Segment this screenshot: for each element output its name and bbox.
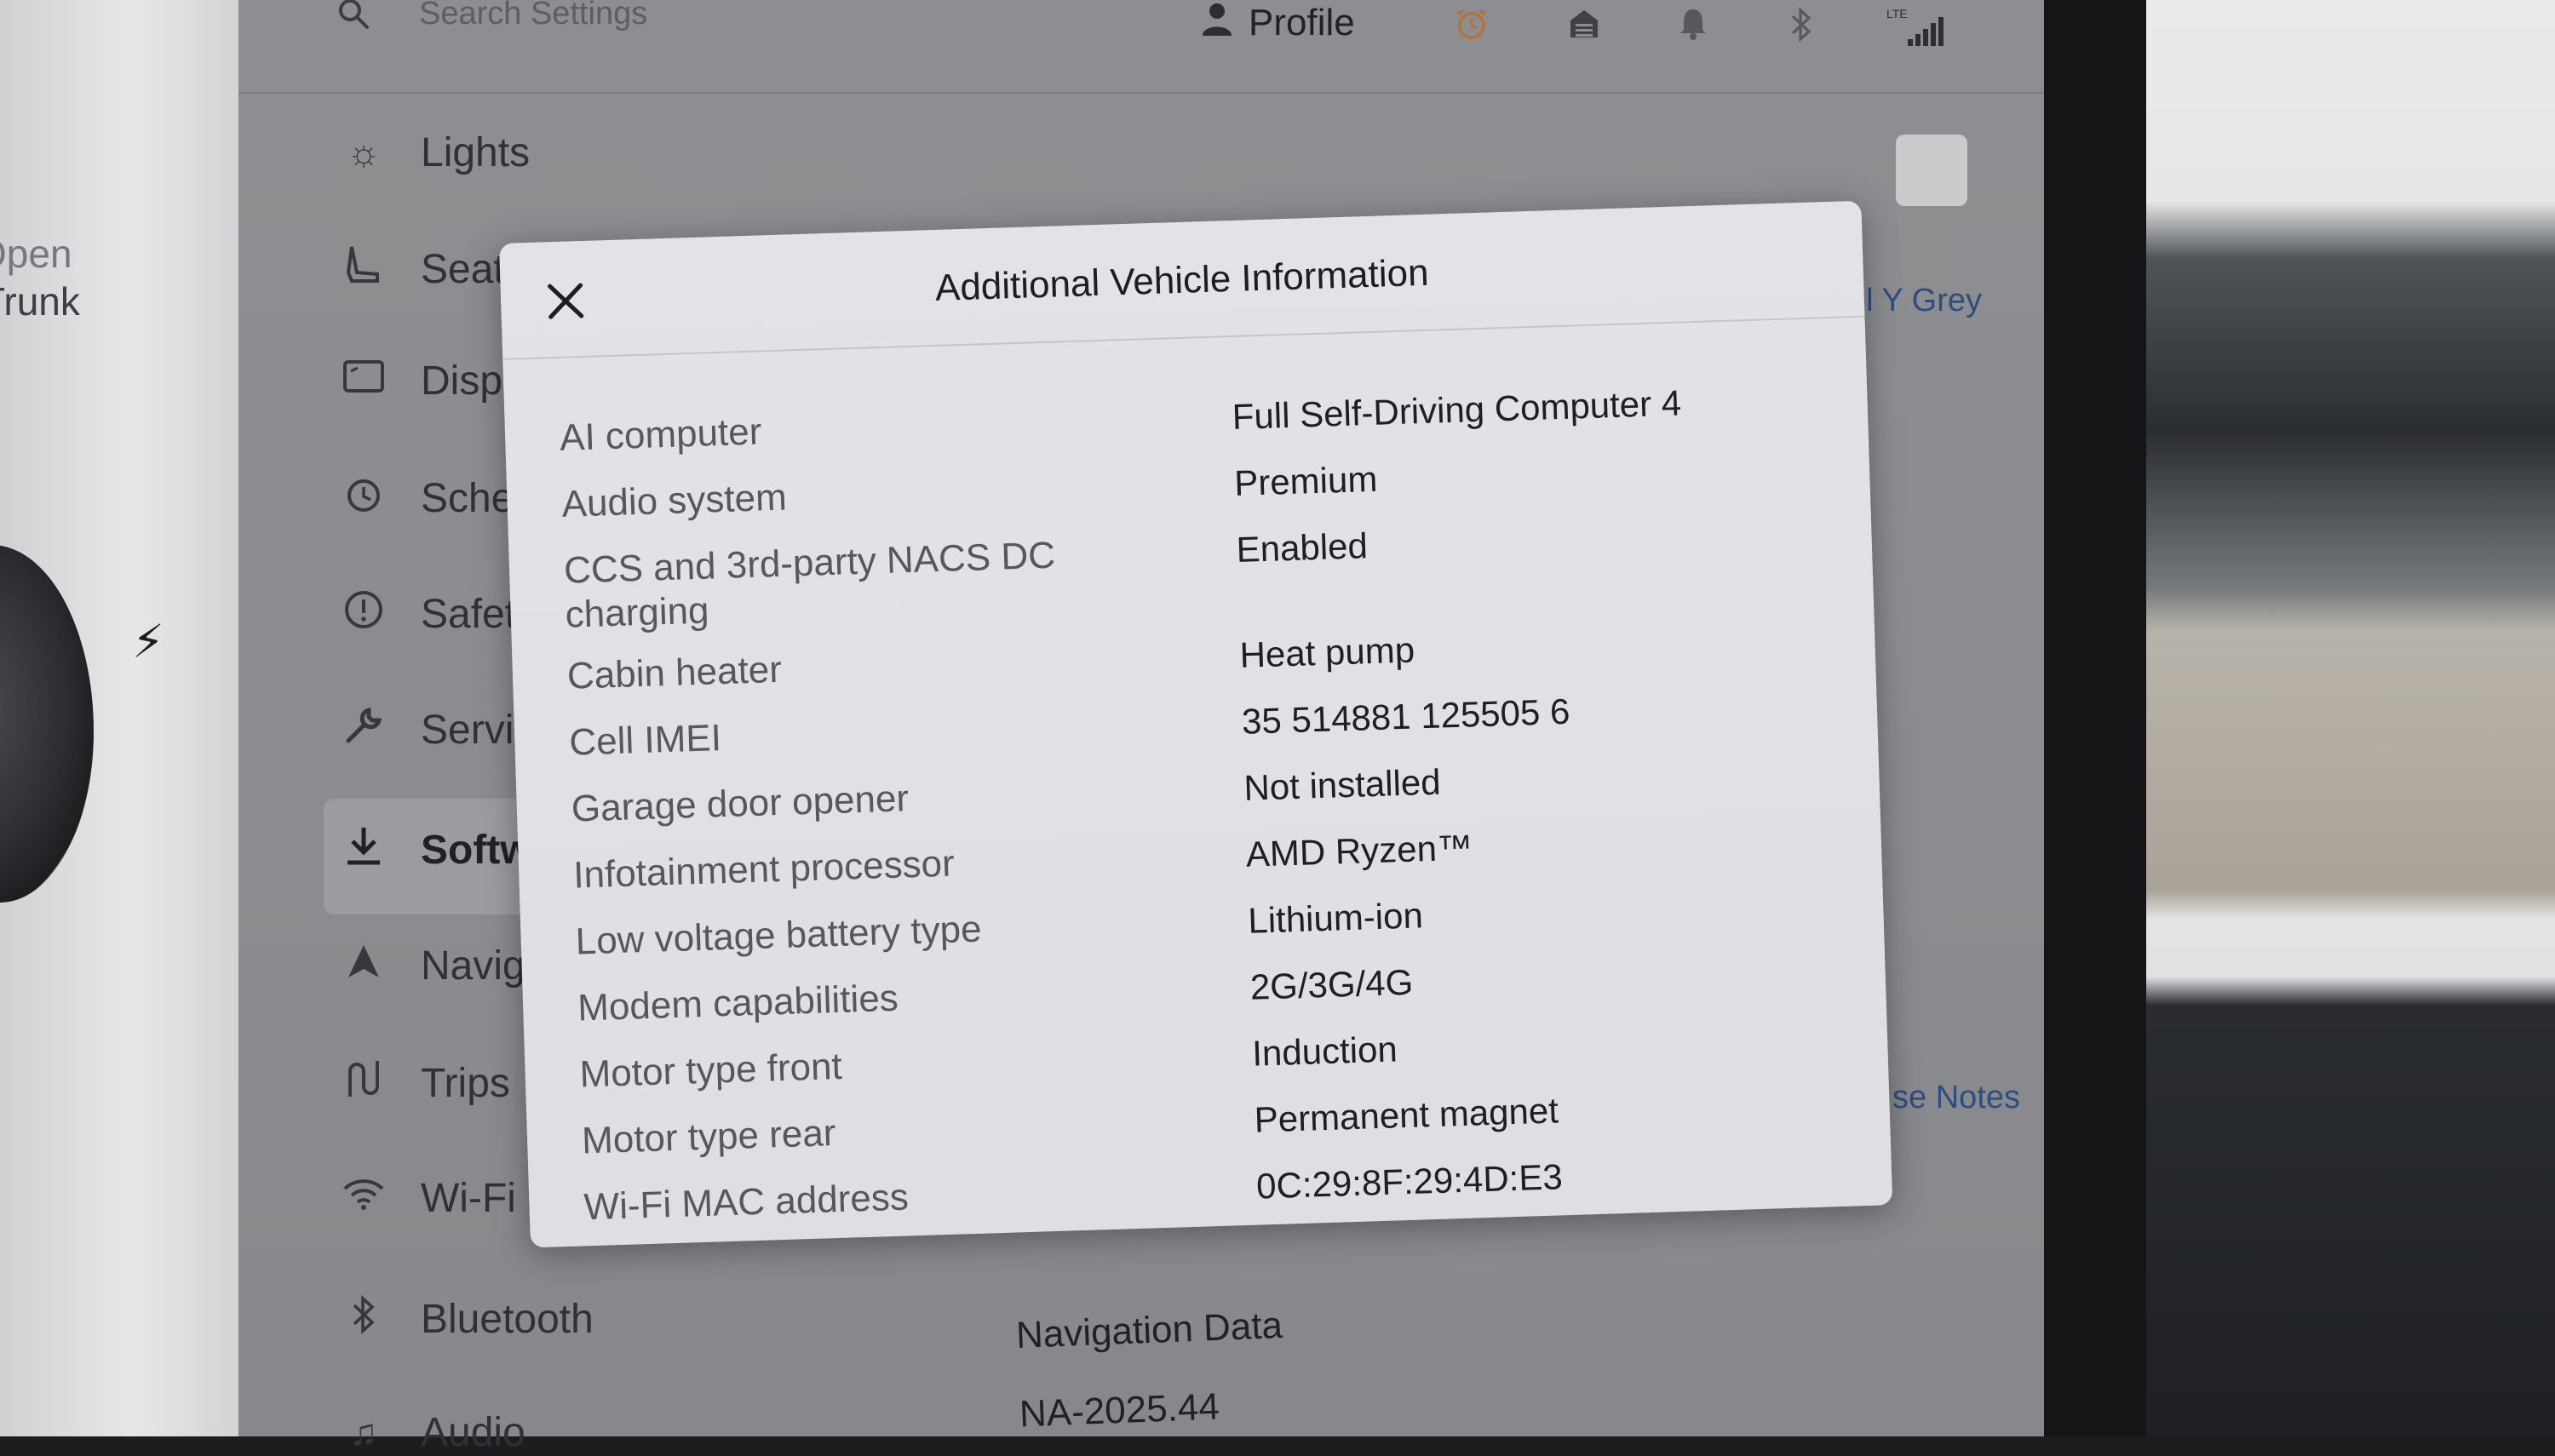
lte-label: LTE — [1886, 7, 1908, 20]
download-icon — [341, 824, 387, 876]
sidebar-item-lights[interactable]: ☼ Lights — [341, 129, 530, 176]
dialog-title: Additional Vehicle Information — [934, 251, 1430, 309]
info-value: Induction — [1251, 1029, 1398, 1074]
seat-icon — [341, 244, 387, 295]
vehicle-info-list: AI computer Full Self-Driving Computer 4… — [559, 376, 1818, 1229]
sidebar-item-safety[interactable]: Safety — [341, 589, 537, 639]
charge-bolt-icon[interactable]: ⚡ — [132, 615, 164, 668]
sidebar-item-label: Bluetooth — [421, 1297, 594, 1342]
info-key: Wi-Fi MAC address — [583, 1176, 910, 1229]
screen-bezel — [2044, 0, 2146, 1436]
info-value: Full Self-Driving Computer 4 — [1232, 382, 1682, 438]
bell-icon[interactable] — [1678, 7, 1708, 49]
info-value: Lithium-ion — [1247, 895, 1424, 941]
dashboard-background — [2146, 0, 2555, 1436]
info-value: Enabled — [1235, 525, 1369, 570]
info-key: CCS and 3rd-party NACS DC charging — [563, 534, 1056, 636]
info-key: Infotainment processor — [572, 842, 956, 897]
profile-label: Profile — [1249, 2, 1355, 43]
person-icon — [1201, 2, 1233, 44]
info-key: Motor type rear — [581, 1112, 837, 1162]
info-key: AI computer — [559, 410, 763, 459]
search-icon[interactable] — [336, 0, 370, 31]
sidebar-item-trips[interactable]: Trips — [341, 1058, 510, 1109]
sun-icon: ☼ — [346, 131, 382, 174]
search-input[interactable] — [417, 0, 778, 34]
sidebar-item-label: Trips — [421, 1061, 510, 1106]
info-key: Garage door opener — [571, 777, 910, 830]
wifi-icon — [341, 1177, 387, 1220]
info-value: 0C:29:8F:29:4D:E3 — [1255, 1156, 1564, 1207]
sidebar-item-label: Wi-Fi — [421, 1176, 516, 1221]
status-bar: Profile LTE — [238, 0, 2044, 85]
alarm-clock-icon[interactable] — [1455, 7, 1489, 49]
open-trunk-button[interactable]: Open Trunk — [0, 230, 153, 325]
sidebar-item-seats[interactable]: Seats — [341, 244, 525, 295]
sidebar-item-bluetooth[interactable]: Bluetooth — [341, 1294, 594, 1344]
info-value: Not installed — [1243, 761, 1442, 808]
info-row-ai-computer: AI computer Full Self-Driving Computer 4 — [559, 376, 1818, 459]
car-window-control[interactable] — [1896, 135, 1967, 206]
info-key: Cabin heater — [566, 648, 783, 697]
info-key: Audio system — [560, 476, 788, 525]
info-value: Heat pump — [1238, 629, 1415, 675]
info-key: Motor type front — [578, 1045, 843, 1096]
vehicle-color-text: el Y Grey — [1848, 283, 1983, 318]
audio-icon: ♫ — [349, 1411, 378, 1453]
info-key: Low voltage battery type — [575, 908, 983, 963]
bluetooth-icon — [341, 1294, 387, 1344]
trip-icon — [341, 1058, 387, 1109]
topbar-divider — [238, 92, 2044, 94]
info-value: 2G/3G/4G — [1249, 961, 1414, 1007]
trunk-label-line1: Open — [0, 232, 72, 276]
navigation-data-value: NA-2025.44 — [1019, 1385, 1220, 1436]
sidebar-item-label: Audio — [421, 1410, 525, 1455]
wrench-icon — [341, 705, 387, 755]
info-value: 35 514881 125505 6 — [1241, 691, 1571, 742]
display-icon — [341, 359, 387, 403]
info-value: Premium — [1233, 458, 1378, 504]
info-key: Cell IMEI — [568, 717, 722, 764]
sidebar-item-audio[interactable]: ♫ Audio — [341, 1409, 525, 1456]
schedule-icon — [341, 473, 387, 524]
sidebar-item-label: Lights — [421, 130, 531, 175]
release-notes-link[interactable]: se Notes — [1892, 1080, 2020, 1116]
profile-button[interactable]: Profile — [1201, 2, 1355, 44]
cell-signal-icon — [1908, 12, 1950, 46]
trunk-label-line2: Trunk — [0, 279, 80, 324]
garage-icon[interactable] — [1567, 7, 1601, 49]
info-value: AMD Ryzen™ — [1245, 827, 1473, 874]
nav-arrow-icon — [341, 942, 387, 990]
sidebar-item-wifi[interactable]: Wi-Fi — [341, 1175, 516, 1222]
alert-icon — [341, 589, 387, 639]
info-value: Permanent magnet — [1254, 1090, 1559, 1140]
bluetooth-icon[interactable] — [1788, 7, 1814, 51]
info-key: Modem capabilities — [577, 977, 899, 1029]
vehicle-info-dialog: Additional Vehicle Information AI comput… — [499, 200, 1893, 1248]
